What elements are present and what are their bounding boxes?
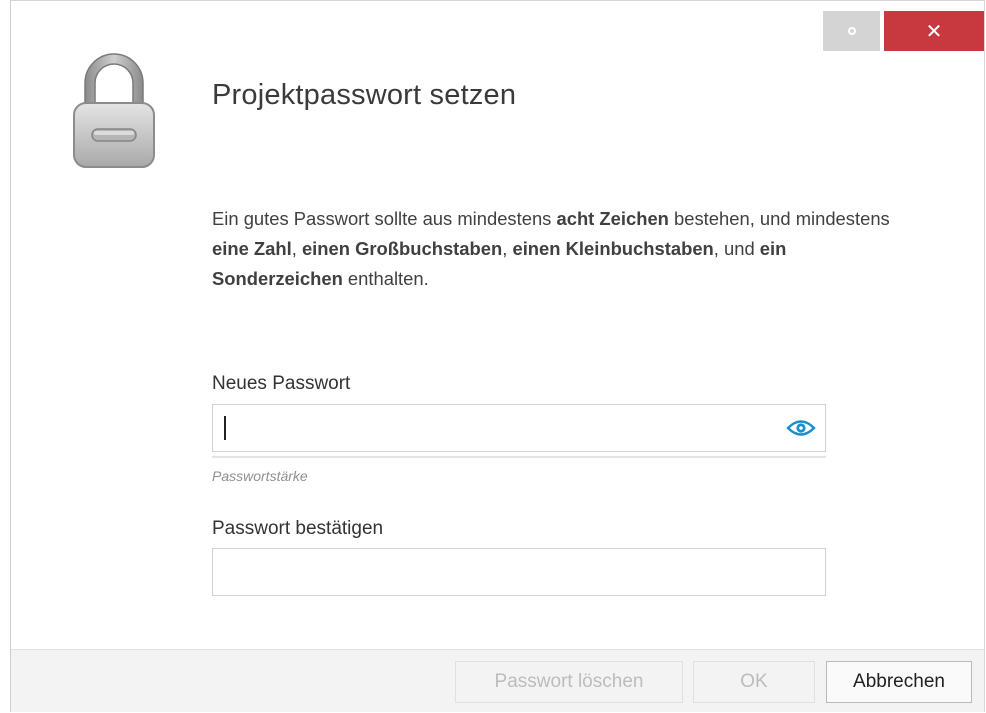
confirm-password-field[interactable] bbox=[212, 548, 826, 596]
password-strength-bar bbox=[212, 456, 826, 458]
close-button[interactable]: ✕ bbox=[884, 11, 984, 51]
dialog-title: Projektpasswort setzen bbox=[212, 79, 517, 111]
password-rules-text: Ein gutes Passwort sollte aus mindestens… bbox=[212, 208, 890, 289]
new-password-label: Neues Passwort bbox=[212, 373, 351, 394]
lock-icon bbox=[73, 53, 155, 168]
cancel-button[interactable]: Abbrechen bbox=[826, 661, 972, 703]
password-strength-label: Passwortstärke bbox=[212, 468, 308, 484]
close-icon: ✕ bbox=[925, 19, 943, 43]
eye-icon[interactable] bbox=[786, 418, 816, 438]
new-password-field[interactable] bbox=[212, 404, 826, 452]
password-dialog: ✕ Projektpasswort setzen Ein gutes Passw… bbox=[10, 0, 985, 712]
restore-button[interactable] bbox=[823, 11, 880, 51]
ok-button[interactable]: OK bbox=[693, 661, 815, 703]
text-caret bbox=[224, 416, 226, 440]
confirm-password-label: Passwort bestätigen bbox=[212, 518, 384, 539]
restore-icon bbox=[847, 27, 856, 35]
delete-password-button[interactable]: Passwort löschen bbox=[455, 661, 683, 703]
dialog-footer: Passwort löschen OK Abbrechen bbox=[11, 649, 984, 712]
